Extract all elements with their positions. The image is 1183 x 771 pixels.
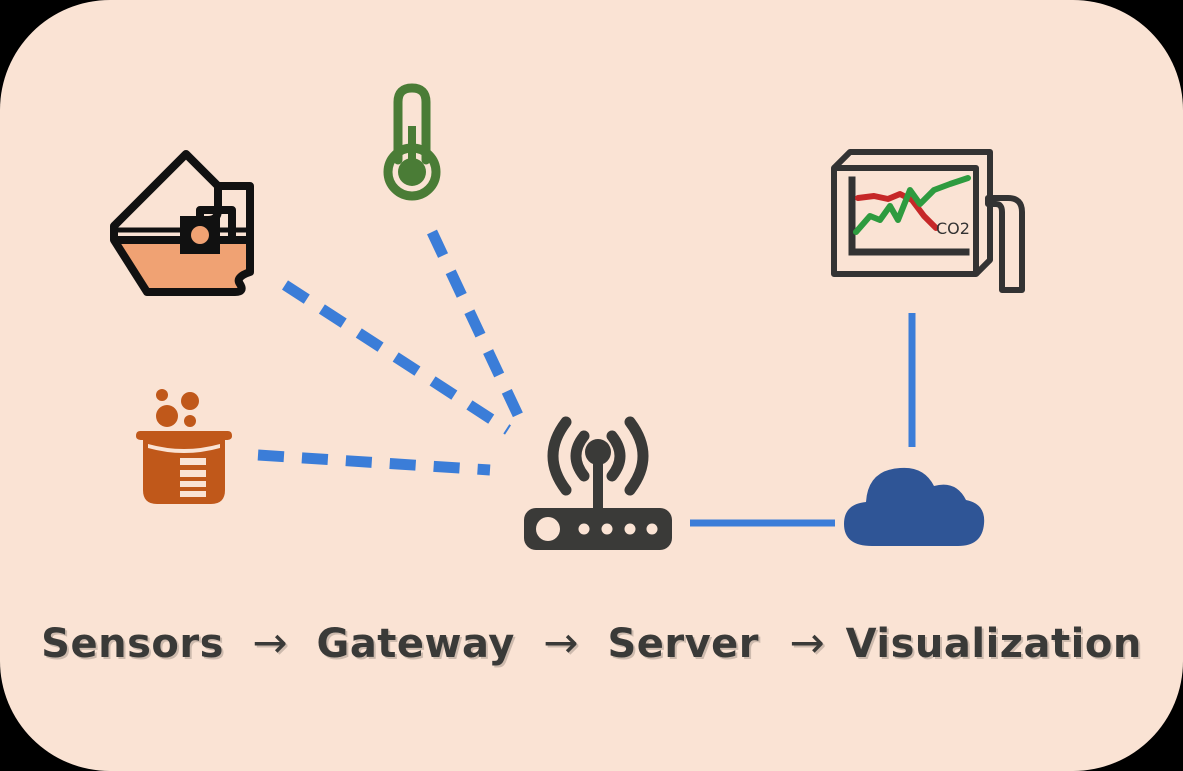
pipeline-caption: Sensors → Gateway → Server → Visualizati… — [0, 618, 1183, 667]
node-gateway[interactable] — [518, 404, 678, 552]
bubble — [181, 392, 199, 410]
ship-sensor-icon — [110, 150, 254, 296]
router-led — [646, 523, 658, 535]
caption-step-sensors: Sensors — [41, 621, 224, 667]
graduation — [180, 470, 206, 477]
node-thermometer[interactable] — [378, 82, 446, 204]
thermometer-icon — [383, 83, 441, 201]
link-ship-to-gateway — [282, 280, 511, 435]
sensor-port-light — [191, 226, 209, 244]
router-led — [578, 523, 590, 535]
bubble — [184, 415, 196, 427]
bubble — [156, 405, 178, 427]
bubble — [156, 389, 168, 401]
router-icon — [524, 416, 672, 550]
graduation — [180, 481, 206, 487]
node-visualization[interactable]: CO2 — [826, 142, 1034, 304]
caption-arrow-icon: → — [543, 618, 579, 667]
router-led-main — [536, 517, 560, 541]
antenna-knob — [585, 439, 611, 465]
node-server[interactable] — [838, 458, 990, 548]
diagram-canvas: CO2 Sensors → Gateway → Server → Visuali… — [0, 0, 1183, 771]
monitor-chart-icon: CO2 — [831, 149, 1025, 293]
beaker-icon — [136, 389, 232, 504]
router-led — [624, 523, 636, 535]
graduation — [180, 491, 206, 497]
caption-step-visualization: Visualization — [845, 621, 1142, 667]
router-led — [601, 523, 613, 535]
caption-step-server: Server — [607, 621, 760, 667]
cloud-icon — [844, 467, 985, 546]
caption-arrow-icon: → — [252, 618, 289, 667]
caption-step-gateway: Gateway — [316, 621, 515, 667]
node-ship-sensor[interactable] — [108, 148, 258, 296]
caption-arrow-icon: → — [789, 618, 826, 667]
chart-label: CO2 — [936, 219, 970, 238]
graduation — [180, 458, 206, 465]
link-beaker-to-gateway — [257, 449, 491, 476]
link-thermometer-to-gateway — [427, 229, 530, 433]
node-beaker[interactable] — [132, 382, 236, 508]
